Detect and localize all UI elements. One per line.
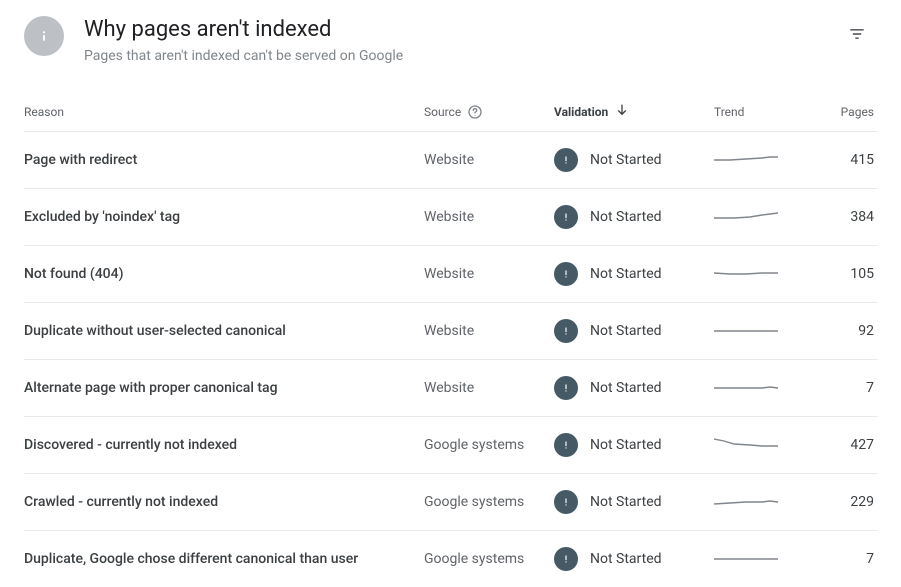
sparkline-icon (714, 439, 778, 446)
table-row[interactable]: Excluded by 'noindex' tag Website Not St… (24, 188, 877, 245)
cell-trend (714, 207, 814, 227)
cell-validation: Not Started (554, 547, 714, 571)
column-validation[interactable]: Validation (554, 102, 714, 121)
alert-icon (554, 490, 578, 514)
cell-source: Website (424, 323, 554, 339)
table-row[interactable]: Duplicate without user-selected canonica… (24, 302, 877, 359)
cell-validation: Not Started (554, 376, 714, 400)
cell-reason: Crawled - currently not indexed (24, 494, 424, 510)
cell-source: Google systems (424, 494, 554, 510)
cell-pages: 7 (866, 380, 874, 396)
cell-validation: Not Started (554, 205, 714, 229)
cell-reason: Duplicate, Google chose different canoni… (24, 551, 424, 567)
column-pages[interactable]: Pages (841, 105, 874, 119)
cell-trend (714, 150, 814, 170)
table-row[interactable]: Crawled - currently not indexed Google s… (24, 473, 877, 530)
cell-source: Website (424, 380, 554, 396)
page-card: Why pages aren't indexed Pages that aren… (0, 0, 901, 587)
cell-validation: Not Started (554, 490, 714, 514)
cell-reason: Not found (404) (24, 266, 424, 282)
table-header: Reason Source Validation Trend Pages (24, 92, 877, 131)
column-trend[interactable]: Trend (714, 105, 814, 119)
cell-pages: 415 (850, 152, 874, 168)
table-row[interactable]: Not found (404) Website Not Started 105 (24, 245, 877, 302)
cell-reason: Duplicate without user-selected canonica… (24, 323, 424, 339)
cell-validation: Not Started (554, 262, 714, 286)
arrow-down-icon (614, 102, 630, 121)
cell-pages: 7 (866, 551, 874, 567)
validation-text: Not Started (590, 266, 662, 282)
sparkline-icon (714, 157, 778, 160)
cell-source: Google systems (424, 437, 554, 453)
page-subtitle: Pages that aren't indexed can't be serve… (84, 48, 837, 64)
filter-button[interactable] (837, 16, 877, 56)
sparkline-icon (714, 213, 778, 218)
cell-pages: 427 (850, 437, 874, 453)
validation-text: Not Started (590, 380, 662, 396)
cell-pages: 105 (850, 266, 874, 282)
cell-trend (714, 321, 814, 341)
column-pages-label: Pages (841, 105, 874, 119)
sparkline-icon (714, 501, 778, 504)
filter-icon (847, 24, 867, 48)
column-validation-label: Validation (554, 105, 608, 119)
validation-text: Not Started (590, 209, 662, 225)
cell-trend (714, 435, 814, 455)
validation-text: Not Started (590, 323, 662, 339)
cell-source: Website (424, 152, 554, 168)
alert-icon (554, 319, 578, 343)
table-body: Page with redirect Website Not Started 4… (24, 131, 877, 587)
cell-source: Website (424, 209, 554, 225)
cell-validation: Not Started (554, 319, 714, 343)
cell-trend (714, 378, 814, 398)
cell-validation: Not Started (554, 148, 714, 172)
reasons-table: Reason Source Validation Trend Pages (24, 92, 877, 587)
cell-source: Google systems (424, 551, 554, 567)
cell-pages: 92 (858, 323, 874, 339)
cell-source: Website (424, 266, 554, 282)
help-icon[interactable] (467, 104, 483, 120)
validation-text: Not Started (590, 494, 662, 510)
validation-text: Not Started (590, 152, 662, 168)
cell-trend (714, 492, 814, 512)
table-row[interactable]: Discovered - currently not indexed Googl… (24, 416, 877, 473)
column-source-label: Source (424, 105, 461, 119)
alert-icon (554, 376, 578, 400)
column-source[interactable]: Source (424, 104, 554, 120)
cell-pages: 384 (850, 209, 874, 225)
sparkline-icon (714, 387, 778, 388)
cell-reason: Alternate page with proper canonical tag (24, 380, 424, 396)
cell-pages: 229 (850, 494, 874, 510)
validation-text: Not Started (590, 437, 662, 453)
page-title: Why pages aren't indexed (84, 16, 837, 44)
cell-reason: Page with redirect (24, 152, 424, 168)
validation-text: Not Started (590, 551, 662, 567)
card-header: Why pages aren't indexed Pages that aren… (24, 16, 877, 64)
sparkline-icon (714, 273, 778, 274)
cell-reason: Excluded by 'noindex' tag (24, 209, 424, 225)
column-trend-label: Trend (714, 105, 744, 119)
alert-icon (554, 205, 578, 229)
column-reason-label: Reason (24, 105, 64, 119)
header-titles: Why pages aren't indexed Pages that aren… (84, 16, 837, 64)
alert-icon (554, 433, 578, 457)
table-row[interactable]: Page with redirect Website Not Started 4… (24, 131, 877, 188)
info-icon (24, 16, 64, 56)
cell-trend (714, 264, 814, 284)
cell-reason: Discovered - currently not indexed (24, 437, 424, 453)
alert-icon (554, 148, 578, 172)
table-row[interactable]: Alternate page with proper canonical tag… (24, 359, 877, 416)
alert-icon (554, 547, 578, 571)
cell-trend (714, 549, 814, 569)
table-row[interactable]: Duplicate, Google chose different canoni… (24, 530, 877, 587)
alert-icon (554, 262, 578, 286)
column-reason[interactable]: Reason (24, 105, 424, 119)
cell-validation: Not Started (554, 433, 714, 457)
